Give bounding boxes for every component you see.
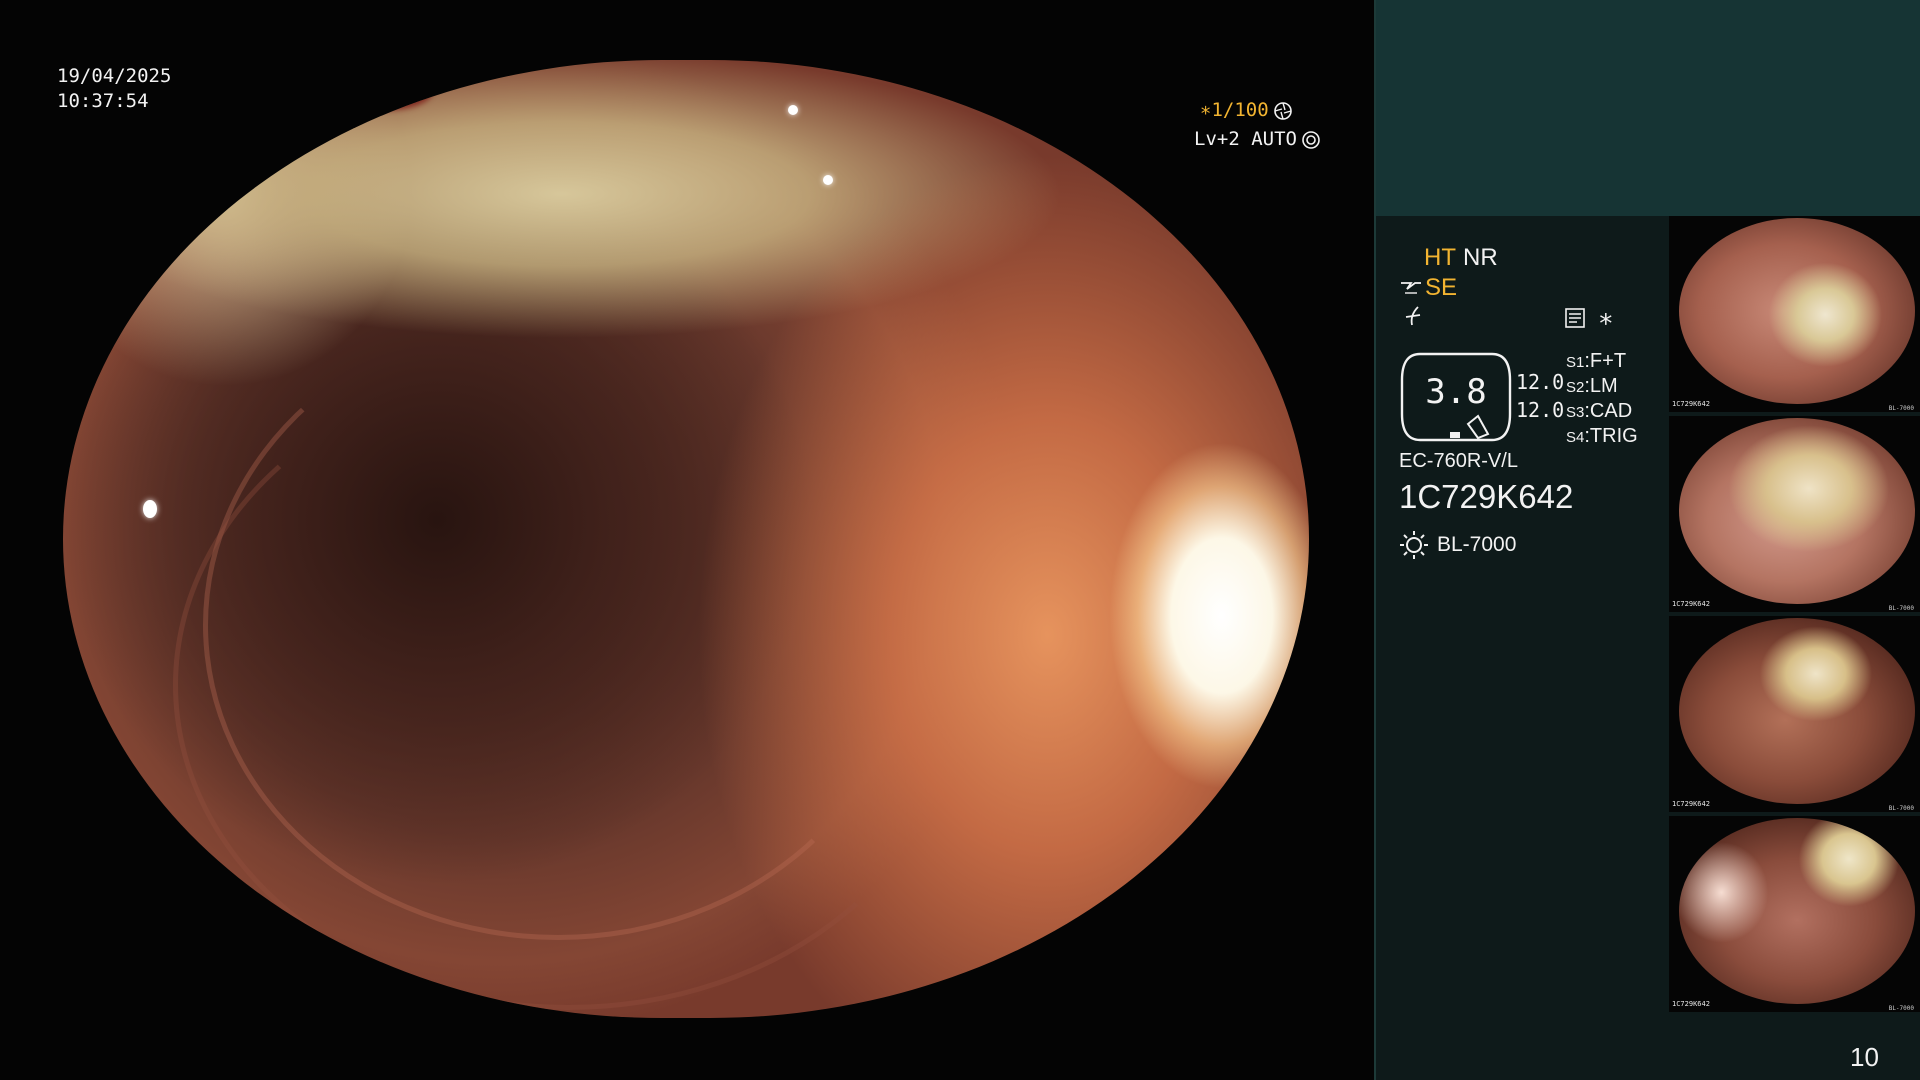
page-number: 10 [1850,1042,1879,1072]
light-source-model: BL-7000 [1437,533,1517,556]
light-source-icon [1400,531,1428,559]
structure-enhancement-icon [1401,282,1421,294]
switch-key: S1 [1566,354,1585,371]
thumbnail-caption: 1C729K642 [1672,400,1710,408]
switch-function: LM [1589,375,1618,397]
thumbnail-caption: 1C729K642 [1672,1000,1710,1008]
thumbnail-image [1679,818,1915,1004]
captured-image-thumbnail[interactable]: 1C729K642 BL-7000 [1669,616,1920,812]
level-label: Lv+2 AUTO [1194,128,1297,150]
info-panel-header [1374,0,1920,216]
blood-stain [343,70,433,110]
capture-date: 19/04/2025 [57,65,172,87]
switch-key: S4 [1566,429,1585,446]
light-reflection [823,175,833,185]
iris-icon [1273,101,1292,120]
thumbnail-image [1679,218,1915,404]
shutter-indicator: ∗1/100 [1200,98,1293,123]
thumbnail-image [1679,418,1915,604]
brightness-level: Lv+2 AUTO [1194,127,1321,152]
noise-reduction-indicator: NR [1463,244,1498,271]
switch-key: S2 [1566,379,1585,396]
memo-icon [1565,308,1585,328]
light-reflection [263,145,273,155]
structure-enhancement-indicator: SE [1425,274,1458,301]
gain-value-1: 12.0 [1516,370,1565,394]
thumbnail-tag: BL-7000 [1888,405,1914,412]
thumbnail-caption: 1C729K642 [1672,600,1710,608]
captured-image-thumbnail[interactable]: 1C729K642 BL-7000 [1669,816,1920,1012]
scope-serial: 1C729K642 [1399,478,1574,515]
light-reflection [788,105,798,115]
captured-image-thumbnail[interactable]: 1C729K642 BL-7000 [1669,216,1920,412]
switch-function: CAD [1589,400,1633,422]
switch-assignment-2: S2:LM [1566,375,1618,397]
auto-exposure-icon [1302,130,1320,149]
thumbnail-tag: BL-7000 [1888,1005,1914,1012]
gain-value-2: 12.0 [1516,398,1565,422]
mucosal-fold [173,360,963,1010]
capture-time: 10:37:54 [57,90,149,112]
switch-key: S3 [1566,404,1585,421]
light-reflection [143,500,157,518]
thumbnail-tag: BL-7000 [1888,805,1914,812]
shutter-speed: ∗1/100 [1200,99,1269,121]
hue-enhancement-indicator: HT [1424,244,1456,271]
gauge-value: 3.8 [1425,372,1487,412]
captured-images-list: 1C729K642 BL-7000 1C729K642 BL-7000 1C72… [1669,216,1920,1016]
thumbnail-image [1679,618,1915,804]
captured-image-thumbnail[interactable]: 1C729K642 BL-7000 [1669,416,1920,612]
star-marker: ∗ [1598,304,1614,334]
color-mode-icon [1405,306,1421,326]
thumbnail-tag: BL-7000 [1888,605,1914,612]
switch-assignment-1: S1:F+T [1566,350,1627,372]
switch-function: F+T [1589,350,1627,372]
switch-assignment-3: S3:CAD [1566,400,1633,422]
switch-function: TRIG [1589,425,1638,447]
panel-divider [1374,0,1376,1080]
endoscope-live-image [63,60,1309,1018]
scope-model: EC-760R-V/L [1399,450,1518,472]
switch-assignment-4: S4:TRIG [1566,425,1638,447]
thumbnail-caption: 1C729K642 [1672,800,1710,808]
